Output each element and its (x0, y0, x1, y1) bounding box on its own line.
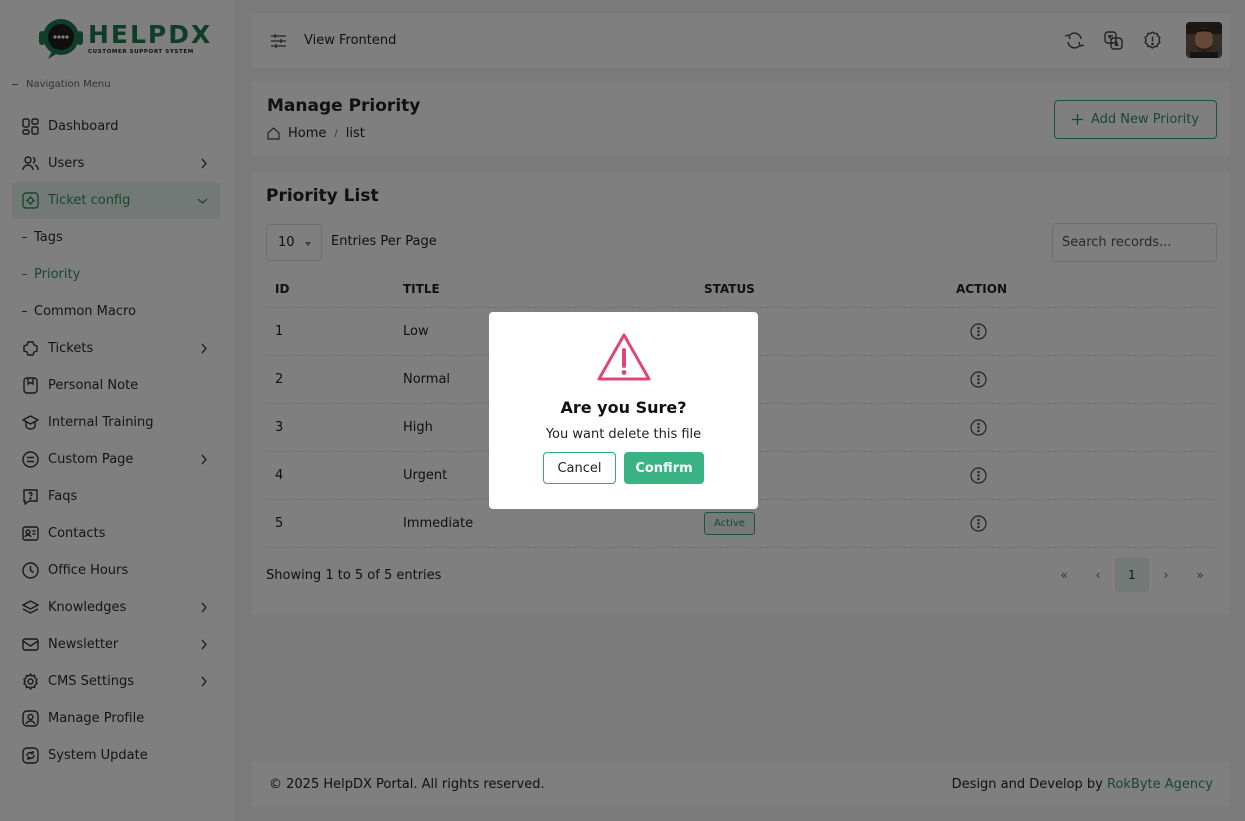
confirm-button[interactable]: Confirm (624, 452, 704, 484)
dialog-message: You want delete this file (545, 427, 702, 442)
dialog-title: Are you Sure? (560, 398, 687, 417)
confirm-delete-dialog: Are you Sure? You want delete this file … (489, 312, 758, 509)
warning-icon (597, 333, 651, 381)
cancel-button[interactable]: Cancel (543, 452, 616, 484)
